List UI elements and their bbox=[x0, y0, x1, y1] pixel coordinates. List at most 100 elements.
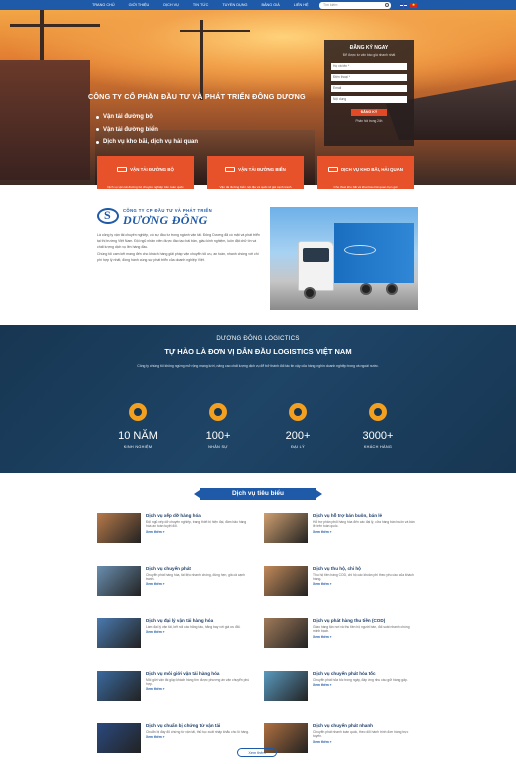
service-thumbnail[interactable] bbox=[97, 513, 141, 543]
service-thumbnail[interactable] bbox=[97, 618, 141, 648]
stat-label: NHÂN SỰ bbox=[208, 445, 228, 449]
nav-item-news[interactable]: TIN TỨC bbox=[193, 0, 208, 10]
service-item[interactable]: Dịch vụ xếp dỡ hàng hóa Đội ngũ xếp dỡ ch… bbox=[97, 513, 250, 553]
nav-item-contact[interactable]: LIÊN HỆ bbox=[294, 0, 309, 10]
services-heading: Dịch vụ tiêu biểu bbox=[194, 488, 322, 500]
read-more-link[interactable]: Xem thêm » bbox=[313, 683, 417, 687]
service-body: Dịch vụ chuyển phát nhanh Chuyển phát nha… bbox=[313, 723, 417, 763]
service-cards: VẬN TẢI ĐƯỜNG BỘ Dịch vụ vận tải đường b… bbox=[97, 156, 414, 189]
service-title[interactable]: Dịch vụ xếp dỡ hàng hóa bbox=[146, 513, 250, 518]
nav-item-about[interactable]: GIỚI THIỆU bbox=[129, 0, 150, 10]
phone-field[interactable]: Điện thoại * bbox=[331, 74, 407, 81]
read-more-link[interactable]: Xem thêm » bbox=[313, 635, 417, 639]
services-row: Dịch vụ chuẩn bị chứng từ vận tải Chuẩn b… bbox=[97, 723, 417, 763]
service-title[interactable]: Dịch vụ đại lý vận tải hàng hóa bbox=[146, 618, 250, 623]
service-item[interactable]: Dịch vụ phát hàng thu tiền (COD) Giao hàn… bbox=[264, 618, 417, 658]
service-title[interactable]: Dịch vụ chuyển phát nhanh bbox=[313, 723, 417, 728]
read-more-link[interactable]: Xem thêm » bbox=[146, 530, 250, 534]
read-more-link[interactable]: Xem thêm » bbox=[313, 582, 417, 586]
service-body: Dịch vụ chuẩn bị chứng từ vận tải Chuẩn b… bbox=[146, 723, 250, 763]
truck-container bbox=[334, 223, 414, 283]
view-more-button[interactable]: Xem thêm bbox=[237, 748, 277, 757]
services-grid: Dịch vụ xếp dỡ hàng hóa Đội ngũ xếp dỡ ch… bbox=[97, 513, 417, 764]
nav-item-services[interactable]: DỊCH VỤ bbox=[163, 0, 179, 10]
company-logo: CÔNG TY CP ĐẦU TƯ VÀ PHÁT TRIỂN DƯƠNG ĐÔ… bbox=[97, 206, 247, 228]
network-icon bbox=[369, 403, 387, 421]
service-thumbnail[interactable] bbox=[264, 513, 308, 543]
services-row: Dịch vụ xếp dỡ hàng hóa Đội ngũ xếp dỡ ch… bbox=[97, 513, 417, 553]
service-card-road[interactable]: VẬN TẢI ĐƯỜNG BỘ Dịch vụ vận tải đường b… bbox=[97, 156, 194, 189]
search-placeholder: Tìm kiếm bbox=[323, 2, 338, 7]
service-title[interactable]: Dịch vụ hỗ trợ bán buôn, bán lẻ bbox=[313, 513, 417, 518]
service-title[interactable]: Dịch vụ phát hàng thu tiền (COD) bbox=[313, 618, 417, 623]
search-icon[interactable] bbox=[385, 2, 389, 7]
service-thumbnail[interactable] bbox=[97, 565, 141, 596]
service-title[interactable]: Dịch vụ chuẩn bị chứng từ vận tải bbox=[146, 723, 250, 728]
english-flag-icon[interactable] bbox=[400, 2, 407, 8]
bullet-icon bbox=[96, 140, 99, 144]
service-title[interactable]: Dịch vụ chuyển phát bbox=[146, 566, 250, 571]
service-title[interactable]: Dịch vụ chuyển phát hỏa tốc bbox=[313, 671, 417, 676]
service-item[interactable]: Dịch vụ chuyển phát Chuyển phát hàng hóa,… bbox=[97, 565, 250, 606]
nav-item-pricing[interactable]: BẢNG GIÁ bbox=[261, 0, 279, 10]
stat-value: 10 NĂM bbox=[118, 430, 158, 442]
service-item[interactable]: Dịch vụ chuyển phát hỏa tốc Chuyển phát h… bbox=[264, 670, 417, 711]
search-input[interactable]: Tìm kiếm bbox=[319, 1, 391, 9]
service-item[interactable]: Dịch vụ đại lý vận tải hàng hóa Làm đại l… bbox=[97, 618, 250, 658]
service-desc: Làm đại lý vận tải, kết nối các hãng tàu… bbox=[146, 625, 241, 629]
service-title[interactable]: Dịch vụ môi giới vận tải hàng hóa bbox=[146, 671, 250, 676]
crane-arm-image bbox=[180, 30, 250, 32]
stats-section: DƯƠNG ĐÔNG LOGICTICS TỰ HÀO LÀ ĐƠN VỊ DẪ… bbox=[0, 325, 516, 473]
register-subtitle: Để được tư vấn báo giá nhanh nhất bbox=[342, 53, 396, 57]
service-item[interactable]: Dịch vụ thu hộ, chi hộ Thu hộ tiền hàng C… bbox=[264, 565, 417, 606]
service-card-sea[interactable]: VẬN TẢI ĐƯỜNG BIỂN Vận tải đường biển nộ… bbox=[207, 156, 304, 189]
service-thumbnail[interactable] bbox=[97, 670, 141, 701]
read-more-link[interactable]: Xem thêm » bbox=[146, 630, 250, 634]
service-body: Dịch vụ thu hộ, chi hộ Thu hộ tiền hàng C… bbox=[313, 566, 417, 606]
service-title[interactable]: Dịch vụ thu hộ, chi hộ bbox=[313, 566, 417, 571]
service-thumbnail[interactable] bbox=[264, 670, 308, 701]
read-more-link[interactable]: Xem thêm » bbox=[146, 735, 250, 739]
register-button[interactable]: ĐĂNG KÝ bbox=[351, 109, 387, 116]
top-nav: TRANG CHỦ GIỚI THIỆU DỊCH VỤ TIN TỨC TUY… bbox=[0, 0, 516, 10]
hero-bullet: Vận tải đường bộ bbox=[96, 114, 198, 120]
vietnam-flag-icon[interactable] bbox=[410, 2, 417, 8]
truck-icon bbox=[289, 403, 307, 421]
service-item[interactable]: Dịch vụ hỗ trợ bán buôn, bán lẻ Hỗ trợ ph… bbox=[264, 513, 417, 553]
nav-item-careers[interactable]: TUYỂN DỤNG bbox=[222, 0, 247, 10]
hero-bullet-text: Vận tải đường biển bbox=[103, 126, 158, 133]
register-note: Phản hồi trong 24h bbox=[355, 119, 383, 123]
read-more-link[interactable]: Xem thêm » bbox=[313, 530, 417, 534]
service-item[interactable]: Dịch vụ chuyển phát nhanh Chuyển phát nha… bbox=[264, 723, 417, 763]
service-thumbnail[interactable] bbox=[264, 565, 308, 596]
service-item[interactable]: Dịch vụ chuẩn bị chứng từ vận tải Chuẩn b… bbox=[97, 723, 250, 763]
register-form: ĐĂNG KÝ NGAY Để được tư vấn báo giá nhan… bbox=[324, 40, 414, 146]
service-desc: Chuyển phát hàng hóa, tài liệu nhanh chó… bbox=[146, 572, 245, 581]
services-row: Dịch vụ chuyển phát Chuyển phát hàng hóa,… bbox=[97, 565, 417, 606]
service-desc: Chuyển phát nhanh toàn quốc, theo dõi hà… bbox=[313, 730, 409, 739]
crane-arm-image bbox=[10, 24, 100, 27]
service-body: Dịch vụ môi giới vận tải hàng hóa Môi giớ… bbox=[146, 671, 250, 711]
stat-label: KINH NGHIỆM bbox=[123, 445, 153, 449]
stat-label: ĐẠI LÝ bbox=[291, 445, 305, 449]
about-paragraph: Là công ty vận tải chuyên nghiệp, có sự … bbox=[97, 233, 260, 249]
nav-item-home[interactable]: TRANG CHỦ bbox=[92, 0, 115, 10]
truck-icon bbox=[117, 167, 128, 173]
service-thumbnail[interactable] bbox=[97, 723, 141, 753]
hero-bullet: Dịch vụ kho bãi, dịch vụ hải quan bbox=[96, 139, 198, 145]
about-section: CÔNG TY CP ĐẦU TƯ VÀ PHÁT TRIỂN DƯƠNG ĐÔ… bbox=[0, 200, 516, 325]
read-more-link[interactable]: Xem thêm » bbox=[313, 740, 417, 744]
service-thumbnail[interactable] bbox=[264, 618, 308, 648]
truck-image bbox=[270, 207, 418, 310]
email-field[interactable]: Email bbox=[331, 85, 407, 92]
read-more-link[interactable]: Xem thêm » bbox=[146, 687, 250, 691]
stat-customers: 3000+ KHÁCH HÀNG bbox=[338, 403, 418, 449]
service-item[interactable]: Dịch vụ môi giới vận tải hàng hóa Môi giớ… bbox=[97, 670, 250, 711]
about-text: Là công ty vận tải chuyên nghiệp, có sự … bbox=[97, 232, 262, 264]
service-desc: Thu hộ tiền hàng COD, chi hộ các khoản p… bbox=[313, 572, 414, 581]
message-field[interactable]: Nội dung bbox=[331, 96, 407, 103]
read-more-link[interactable]: Xem thêm » bbox=[146, 582, 250, 586]
stat-value: 100+ bbox=[205, 430, 231, 442]
service-card-warehouse[interactable]: DỊCH VỤ KHO BÃI, HẢI QUAN Cho thuê kho b… bbox=[317, 156, 414, 189]
name-field[interactable]: Họ và tên * bbox=[331, 63, 407, 70]
